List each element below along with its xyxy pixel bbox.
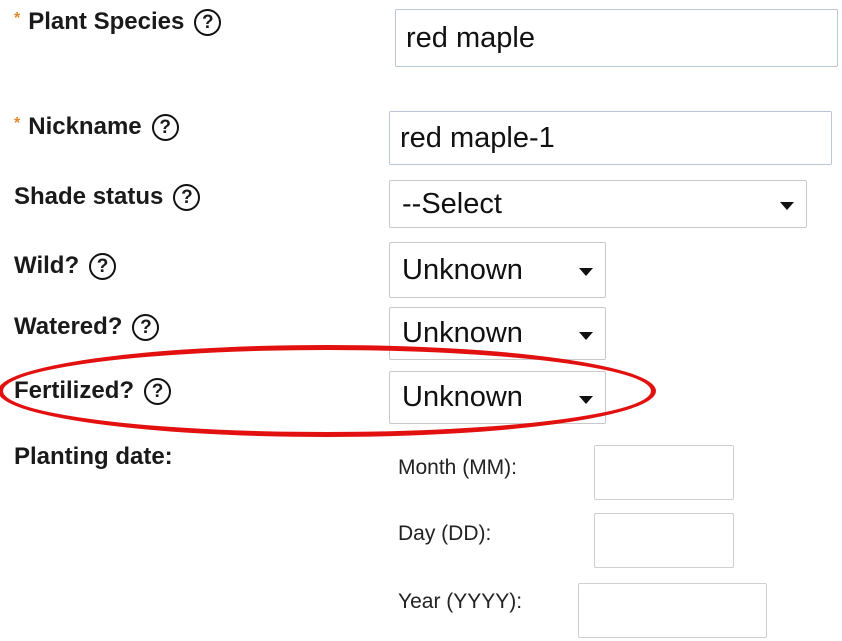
chevron-down-icon <box>579 268 593 276</box>
chevron-down-icon <box>780 202 794 210</box>
watered-label-text: Watered? <box>14 313 123 340</box>
watered-value: Unknown <box>402 317 523 349</box>
help-icon[interactable]: ? <box>132 313 160 341</box>
fertilized-label: Fertilized? ? <box>14 377 172 405</box>
watered-select[interactable]: Unknown <box>389 307 606 360</box>
watered-label: Watered? ? <box>14 313 160 341</box>
year-label: Year (YYYY): <box>398 590 523 613</box>
plant-species-label: * Plant Species ? <box>14 8 222 36</box>
plant-species-input[interactable]: red maple <box>395 9 838 67</box>
planting-date-label: Planting date: <box>14 443 173 471</box>
fertilized-select[interactable]: Unknown <box>389 371 606 424</box>
help-icon[interactable]: ? <box>194 8 222 36</box>
wild-value: Unknown <box>402 253 523 286</box>
wild-select[interactable]: Unknown <box>389 242 606 298</box>
help-icon[interactable]: ? <box>89 252 117 280</box>
help-icon[interactable]: ? <box>144 377 172 405</box>
shade-status-label: Shade status ? <box>14 183 201 211</box>
day-label: Day (DD): <box>398 522 492 545</box>
chevron-down-icon <box>579 331 593 340</box>
fertilized-label-text: Fertilized? <box>14 377 135 404</box>
nickname-input[interactable]: red maple-1 <box>389 111 832 165</box>
plant-species-label-text: Plant Species <box>28 8 185 35</box>
nickname-value: red maple-1 <box>400 121 555 154</box>
plant-species-value: red maple <box>406 21 535 54</box>
shade-status-value: --Select <box>402 187 502 220</box>
month-label: Month (MM): <box>398 456 518 479</box>
chevron-down-icon <box>579 395 593 404</box>
shade-status-label-text: Shade status <box>14 183 164 210</box>
wild-label: Wild? ? <box>14 252 117 280</box>
help-icon[interactable]: ? <box>151 113 179 141</box>
help-icon[interactable]: ? <box>173 183 201 211</box>
fertilized-value: Unknown <box>402 381 523 413</box>
nickname-label-text: Nickname <box>28 113 142 140</box>
nickname-label: * Nickname ? <box>14 113 179 141</box>
month-input[interactable] <box>594 445 734 500</box>
year-input[interactable] <box>578 583 767 638</box>
wild-label-text: Wild? <box>14 252 80 279</box>
required-asterisk: * <box>14 10 21 27</box>
shade-status-select[interactable]: --Select <box>389 180 807 228</box>
planting-date-label-text: Planting date: <box>14 443 173 470</box>
day-input[interactable] <box>594 513 734 568</box>
required-asterisk: * <box>14 115 21 132</box>
